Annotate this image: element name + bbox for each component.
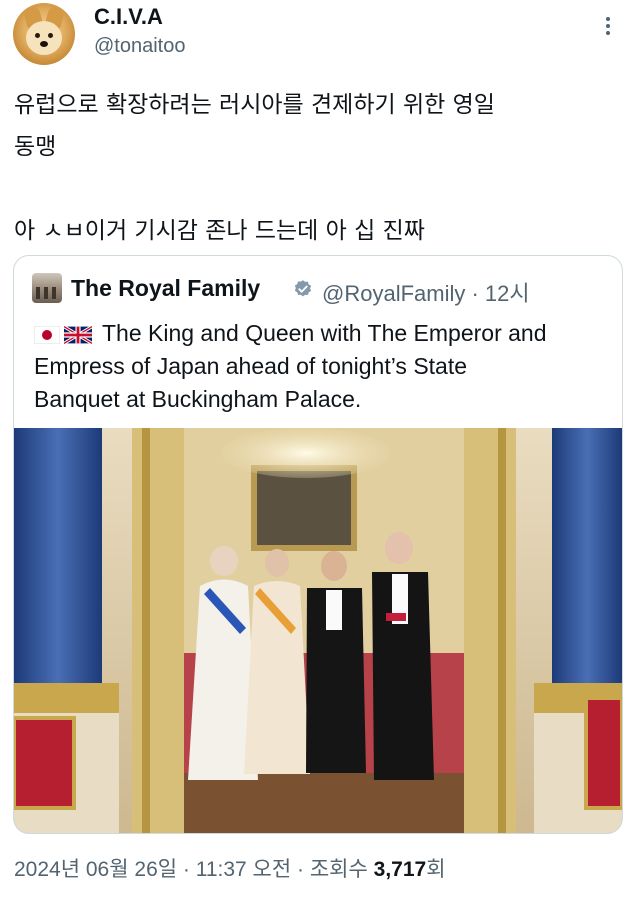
avatar[interactable] <box>13 3 75 65</box>
quoted-tweet-card[interactable]: The Royal Family @RoyalFamily · 12시 The … <box>13 255 623 834</box>
quoted-tweet-header: The Royal Family @RoyalFamily · 12시 <box>14 256 622 306</box>
dog-face <box>26 21 62 55</box>
dog-eye <box>48 33 53 38</box>
more-vertical-icon[interactable] <box>598 14 618 40</box>
tweet-text: 유럽으로 확장하려는 러시아를 견제하기 위한 영일 동맹 아 ㅅㅂ이거 기시감… <box>14 84 624 252</box>
quoted-text-line: Banquet at Buckingham Palace. <box>34 386 362 412</box>
dog-nose <box>40 41 48 47</box>
quoted-author-name[interactable]: The Royal Family <box>71 275 260 302</box>
quoted-handle-time[interactable]: @RoyalFamily · 12시 <box>322 276 530 308</box>
tweet-line: 동맹 <box>14 134 57 160</box>
japan-flag-icon <box>34 326 60 344</box>
uk-flag-icon <box>64 326 92 344</box>
timestamp[interactable]: 2024년 06월 26일 · 11:37 오전 · 조회수 <box>14 858 374 881</box>
dog-eye <box>35 33 40 38</box>
quoted-tweet-text: The King and Queen with The Emperor and … <box>34 317 614 416</box>
author-display-name[interactable]: C.I.V.A <box>94 4 163 30</box>
verified-badge-icon <box>294 280 312 297</box>
quoted-text-line: Empress of Japan ahead of tonight’s Stat… <box>34 353 468 379</box>
quoted-avatar[interactable] <box>32 273 62 303</box>
tweet-timestamp-views: 2024년 06월 26일 · 11:37 오전 · 조회수 3,717회 <box>14 853 446 883</box>
author-handle[interactable]: @tonaitoo <box>94 35 185 58</box>
tweet-line: 유럽으로 확장하려는 러시아를 견제하기 위한 영일 <box>14 92 495 118</box>
tweet-header: C.I.V.A @tonaitoo <box>0 0 640 68</box>
view-count-suffix: 회 <box>426 858 446 881</box>
quoted-text-line: The King and Queen with The Emperor and <box>101 320 547 346</box>
view-count: 3,717 <box>373 858 427 881</box>
tweet-line: 아 ㅅㅂ이거 기시감 존나 드는데 아 십 진짜 <box>14 218 425 244</box>
state-banquet-photo[interactable] <box>14 428 622 833</box>
